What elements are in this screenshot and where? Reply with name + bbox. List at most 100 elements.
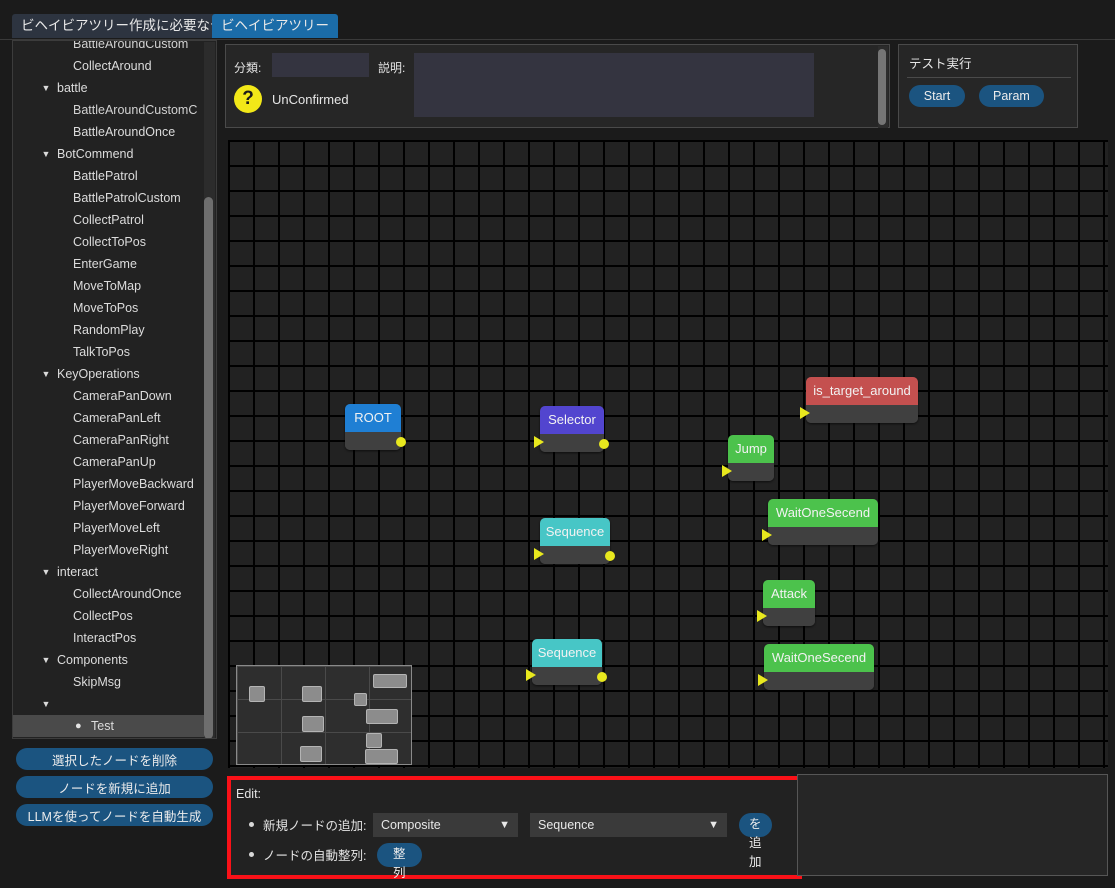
- bullet-icon: [249, 852, 254, 857]
- bt-node-selector[interactable]: Selector: [534, 406, 609, 452]
- tree-item-label: KeyOperations: [57, 367, 140, 381]
- tree-item-battlearoundonce[interactable]: BattleAroundOnce: [13, 121, 208, 143]
- tree-item-skipmsg[interactable]: SkipMsg: [13, 671, 208, 693]
- tab-behavior-tree[interactable]: ビヘイビアツリー: [212, 14, 338, 38]
- bt-node-input-port[interactable]: [758, 674, 768, 686]
- bt-node-input-port[interactable]: [762, 529, 772, 541]
- tree-item-battlearoundcustom[interactable]: BattleAroundCustom: [13, 41, 208, 55]
- bt-node-input-port[interactable]: [534, 548, 544, 560]
- canvas-minimap[interactable]: [236, 665, 412, 765]
- bt-node-output-port[interactable]: [396, 437, 406, 447]
- tree-item-label: MoveToMap: [73, 279, 142, 293]
- tree-item-untitled[interactable]: ▼: [13, 693, 208, 715]
- bt-node-title: Sequence: [540, 518, 610, 546]
- tree-item-label: CollectPatrol: [73, 213, 144, 227]
- bt-node-output-port[interactable]: [599, 439, 609, 449]
- chevron-down-icon: ▼: [499, 819, 510, 831]
- minimap-node: [249, 686, 265, 702]
- chevron-down-icon[interactable]: ▼: [39, 143, 53, 165]
- bt-node-input-port[interactable]: [800, 407, 810, 419]
- start-button[interactable]: Start: [909, 85, 965, 107]
- bt-node-input-port[interactable]: [526, 669, 536, 681]
- add-to-tree-button[interactable]: を追加: [739, 813, 772, 869]
- bt-node-seq1[interactable]: Sequence: [534, 518, 615, 564]
- llm-auto-generate-node-button[interactable]: LLMを使ってノードを自動生成: [16, 804, 213, 826]
- tree-item-interactpos[interactable]: InteractPos: [13, 627, 208, 649]
- tree-item-label: BattlePatrolCustom: [73, 191, 181, 205]
- tree-item-collectpos[interactable]: CollectPos: [13, 605, 208, 627]
- tree-item-test[interactable]: ● Test: [13, 715, 208, 737]
- tree-item-botcommend[interactable]: ▼ BotCommend: [13, 143, 208, 165]
- bt-node-attack[interactable]: Attack: [757, 580, 815, 626]
- bt-node-jump[interactable]: Jump: [722, 435, 774, 481]
- chevron-down-icon[interactable]: ▼: [39, 363, 53, 385]
- tree-item-components[interactable]: ▼ Components: [13, 649, 208, 671]
- bt-node-body: [345, 432, 401, 450]
- info-scrollbar-track[interactable]: [878, 46, 888, 128]
- tab-bar: ビヘイビアツリー作成に必要なデータ ビヘイビアツリー: [0, 0, 1115, 40]
- bt-node-input-port[interactable]: [722, 465, 732, 477]
- tree-item-battlepatrol[interactable]: BattlePatrol: [13, 165, 208, 187]
- tree-item-collecttopos[interactable]: CollectToPos: [13, 231, 208, 253]
- tree-item-battle[interactable]: ▼ battle: [13, 77, 208, 99]
- bt-node-seq2[interactable]: Sequence: [526, 639, 607, 685]
- bt-node-output-port[interactable]: [605, 551, 615, 561]
- tree-item-battlearoundcustomc[interactable]: BattleAroundCustomC: [13, 99, 208, 121]
- bt-node-is_target[interactable]: is_target_around: [800, 377, 918, 423]
- bt-node-body: [763, 608, 815, 626]
- chevron-down-icon[interactable]: ▼: [39, 693, 53, 715]
- behavior-tree-canvas[interactable]: ROOT Selector Jump is_target_around WaitOneS…: [228, 140, 1108, 768]
- bt-node-input-port[interactable]: [534, 436, 544, 448]
- chevron-down-icon[interactable]: ▼: [39, 649, 53, 671]
- bt-node-output-port[interactable]: [597, 672, 607, 682]
- tree-item-playermovebackward[interactable]: PlayerMoveBackward: [13, 473, 208, 495]
- chevron-down-icon[interactable]: ▼: [39, 77, 53, 99]
- delete-selected-node-button[interactable]: 選択したノードを削除: [16, 748, 213, 770]
- bt-node-input-port[interactable]: [757, 610, 767, 622]
- info-scrollbar-thumb[interactable]: [878, 49, 886, 125]
- edit-panel: Edit: 新規ノードの追加: Composite ▼ Sequence ▼ を…: [227, 776, 802, 880]
- tree-item-randomplay[interactable]: RandomPlay: [13, 319, 208, 341]
- bt-node-title: Jump: [728, 435, 774, 463]
- tree-item-entergame[interactable]: EnterGame: [13, 253, 208, 275]
- tree-item-camerapanup[interactable]: CameraPanUp: [13, 451, 208, 473]
- tree-item-label: BattleAroundCustomC: [73, 103, 198, 117]
- tree-item-interact[interactable]: ▼ interact: [13, 561, 208, 583]
- tree-item-playermoveleft[interactable]: PlayerMoveLeft: [13, 517, 208, 539]
- sidebar: BattleAroundCustom CollectAround ▼ battle Ba…: [4, 40, 217, 884]
- tree-item-label: Test: [91, 719, 114, 733]
- tree-item-battlepatrolcustom[interactable]: BattlePatrolCustom: [13, 187, 208, 209]
- param-button[interactable]: Param: [979, 85, 1044, 107]
- bt-node-body: [764, 672, 874, 690]
- align-nodes-button[interactable]: 整列: [377, 843, 422, 880]
- category-input[interactable]: [272, 53, 369, 77]
- bt-node-root[interactable]: ROOT: [345, 404, 406, 450]
- tree-item-keyoperations[interactable]: ▼ KeyOperations: [13, 363, 208, 385]
- tree-item-collectaround[interactable]: CollectAround: [13, 55, 208, 77]
- tree-item-camerapandown[interactable]: CameraPanDown: [13, 385, 208, 407]
- tree-item-label: MoveToPos: [73, 301, 139, 315]
- bt-node-wait1[interactable]: WaitOneSecend: [762, 499, 878, 545]
- tree-item-camerapanright[interactable]: CameraPanRight: [13, 429, 208, 451]
- tree-item-playermoveforward[interactable]: PlayerMoveForward: [13, 495, 208, 517]
- tree-item-camerapanleft[interactable]: CameraPanLeft: [13, 407, 208, 429]
- add-new-node-button[interactable]: ノードを新規に追加: [16, 776, 213, 798]
- tree-item-movetopos[interactable]: MoveToPos: [13, 297, 208, 319]
- bt-node-body: [532, 667, 602, 685]
- tree-item-playermoveright[interactable]: PlayerMoveRight: [13, 539, 208, 561]
- node-tree-panel[interactable]: BattleAroundCustom CollectAround ▼ battle Ba…: [12, 40, 217, 739]
- tree-item-talktopos[interactable]: TalkToPos: [13, 341, 208, 363]
- chevron-down-icon[interactable]: ▼: [39, 561, 53, 583]
- bt-node-body: [540, 434, 604, 452]
- tree-scrollbar-track[interactable]: [204, 42, 215, 738]
- tree-scrollbar-thumb[interactable]: [204, 197, 213, 738]
- bt-node-wait2[interactable]: WaitOneSecend: [758, 644, 874, 690]
- tree-item-movetomap[interactable]: MoveToMap: [13, 275, 208, 297]
- tree-item-label: CameraPanLeft: [73, 411, 161, 425]
- description-textarea[interactable]: [414, 53, 814, 117]
- node-type-dropdown[interactable]: Sequence ▼: [530, 813, 727, 837]
- tree-item-label: SkipMsg: [73, 675, 121, 689]
- tree-item-collectpatrol[interactable]: CollectPatrol: [13, 209, 208, 231]
- tree-item-collectaroundonce[interactable]: CollectAroundOnce: [13, 583, 208, 605]
- node-category-dropdown[interactable]: Composite ▼: [373, 813, 518, 837]
